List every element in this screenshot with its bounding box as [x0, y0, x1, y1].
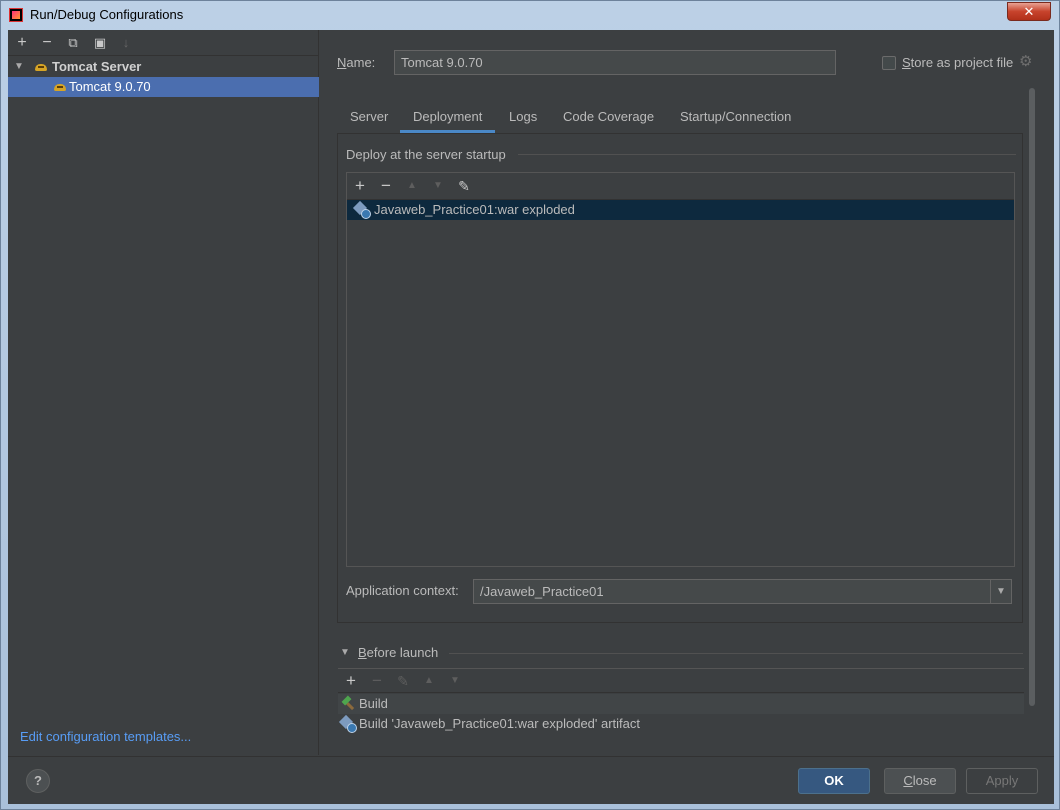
- close-button-rest: lose: [912, 773, 937, 788]
- store-as-project-file-checkbox[interactable]: [882, 56, 896, 70]
- application-context-value: /Javaweb_Practice01: [480, 584, 604, 599]
- name-input[interactable]: Tomcat 9.0.70: [394, 50, 836, 75]
- move-up-icon[interactable]: ▲: [403, 177, 421, 195]
- dialog-content: + − ⧉ ▣ ↓ ▼ Tomcat Server Tomcat 9.0.70 …: [8, 30, 1054, 804]
- before-launch-title-rest: efore launch: [366, 645, 439, 660]
- new-folder-icon[interactable]: ▣: [91, 34, 109, 52]
- add-configuration-icon[interactable]: +: [13, 34, 31, 52]
- deploy-section-title: Deploy at the server startup: [346, 147, 506, 162]
- move-up-icon[interactable]: ▲: [420, 672, 438, 690]
- configurations-tree: ▼ Tomcat Server Tomcat 9.0.70: [8, 57, 319, 97]
- tree-group-tomcat-server[interactable]: ▼ Tomcat Server: [8, 57, 319, 77]
- list-item-label: Build: [359, 696, 388, 711]
- edit-icon[interactable]: ✎: [394, 672, 412, 690]
- tab-startup-connection[interactable]: Startup/Connection: [667, 102, 804, 133]
- tomcat-icon: [54, 82, 66, 92]
- section-divider: [518, 154, 1016, 155]
- deployment-toolbar: + − ▲ ▼ ✎: [347, 173, 1014, 199]
- before-launch-title[interactable]: Before launch: [358, 645, 438, 660]
- dialog-footer: ? OK Close Apply: [8, 756, 1054, 804]
- tab-server[interactable]: Server: [337, 102, 401, 133]
- application-context-label: Application context:: [346, 583, 459, 598]
- chevron-down-icon[interactable]: ▼: [990, 580, 1011, 603]
- tomcat-icon: [35, 62, 47, 72]
- application-context-combobox[interactable]: /Javaweb_Practice01 ▼: [473, 579, 1012, 604]
- name-label-rest: ame:: [346, 55, 376, 70]
- tab-deployment[interactable]: Deployment: [400, 102, 496, 133]
- tree-group-label: Tomcat Server: [52, 59, 142, 74]
- add-icon[interactable]: +: [342, 672, 360, 690]
- title-bar[interactable]: Run/Debug Configurations ✕: [1, 1, 1059, 29]
- list-item[interactable]: Build 'Javaweb_Practice01:war exploded' …: [338, 714, 1024, 734]
- chevron-down-icon[interactable]: ▼: [14, 57, 24, 77]
- artifact-icon: [341, 717, 357, 733]
- move-down-icon[interactable]: ▼: [446, 672, 464, 690]
- window-close-button[interactable]: ✕: [1007, 2, 1051, 21]
- ok-button[interactable]: OK: [798, 768, 870, 794]
- close-button[interactable]: Close: [884, 768, 956, 794]
- window-title: Run/Debug Configurations: [30, 7, 184, 22]
- dialog-window: Run/Debug Configurations ✕ + − ⧉ ▣ ↓ ▼ T…: [0, 0, 1060, 810]
- list-item-label: Build 'Javaweb_Practice01:war exploded' …: [359, 716, 641, 731]
- list-item[interactable]: Javaweb_Practice01:war exploded: [347, 200, 1014, 220]
- before-launch-list: Build Build 'Javaweb_Practice01:war expl…: [338, 694, 1024, 734]
- remove-configuration-icon[interactable]: −: [38, 34, 56, 52]
- tree-item-tomcat-9[interactable]: Tomcat 9.0.70: [8, 77, 319, 97]
- tab-logs[interactable]: Logs: [496, 102, 550, 133]
- before-launch-box: + − ✎ ▲ ▼ Build Build 'Javaweb_Practice0…: [338, 668, 1024, 758]
- apply-button[interactable]: Apply: [966, 768, 1038, 794]
- edit-icon[interactable]: ✎: [455, 177, 473, 195]
- edit-configuration-templates-link[interactable]: Edit configuration templates...: [20, 729, 191, 744]
- remove-icon[interactable]: −: [368, 672, 386, 690]
- move-down-icon[interactable]: ▼: [429, 177, 447, 195]
- tree-item-label: Tomcat 9.0.70: [69, 79, 151, 94]
- configurations-panel: + − ⧉ ▣ ↓ ▼ Tomcat Server Tomcat 9.0.70 …: [8, 30, 319, 755]
- deployment-list: Javaweb_Practice01:war exploded: [347, 199, 1014, 567]
- remove-icon[interactable]: −: [377, 177, 395, 195]
- scrollbar-thumb[interactable]: [1029, 88, 1035, 706]
- list-item[interactable]: Build: [338, 694, 1024, 714]
- gear-icon[interactable]: ⚙: [1019, 54, 1035, 70]
- store-as-project-file-label[interactable]: Store as project file: [902, 55, 1013, 70]
- hammer-icon: [341, 697, 355, 711]
- configurations-toolbar: + − ⧉ ▣ ↓: [8, 30, 319, 56]
- name-label: Name:: [337, 55, 376, 70]
- copy-configuration-icon[interactable]: ⧉: [64, 34, 82, 52]
- add-icon[interactable]: +: [351, 177, 369, 195]
- artifact-icon: [355, 203, 371, 219]
- help-button[interactable]: ?: [26, 769, 50, 793]
- sort-icon[interactable]: ↓: [117, 34, 135, 52]
- section-divider: [449, 653, 1023, 654]
- deployment-list-box: + − ▲ ▼ ✎ Javaweb_Practice01:war explode…: [346, 172, 1015, 567]
- intellij-icon: [9, 8, 23, 22]
- store-label-rest: tore as project file: [910, 55, 1014, 70]
- chevron-down-icon[interactable]: ▼: [340, 647, 350, 658]
- tab-code-coverage[interactable]: Code Coverage: [550, 102, 667, 133]
- before-launch-toolbar: + − ✎ ▲ ▼: [338, 669, 1024, 693]
- list-item-label: Javaweb_Practice01:war exploded: [374, 202, 575, 217]
